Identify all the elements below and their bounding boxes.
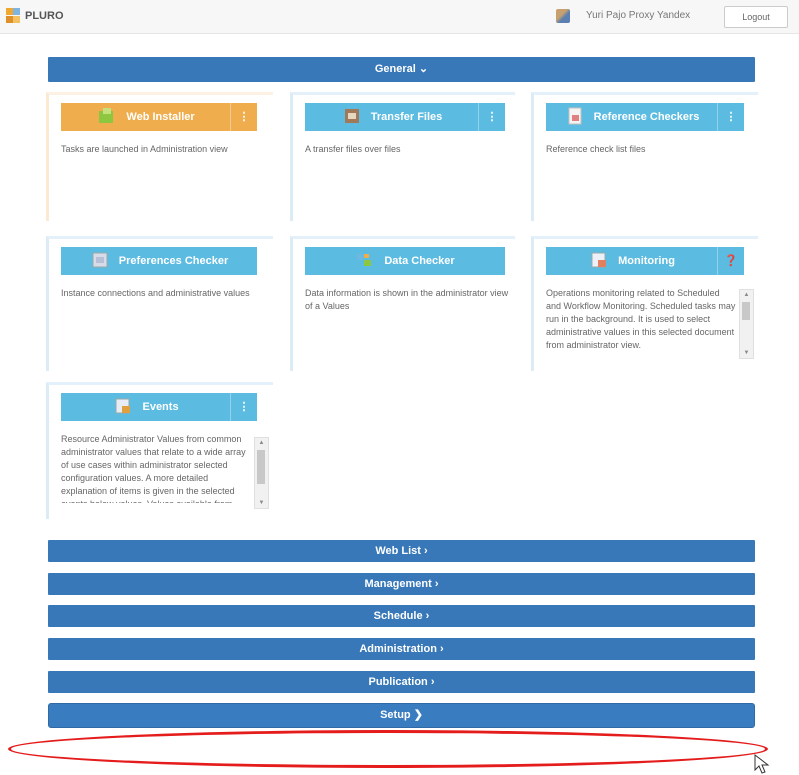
logout-button[interactable]: Logout xyxy=(724,6,788,28)
preferences-icon xyxy=(90,251,110,269)
section-management-header[interactable]: Management › xyxy=(48,573,755,595)
section-general-title: General xyxy=(374,63,416,75)
document-icon xyxy=(565,107,585,125)
card-description: Reference check list files xyxy=(546,144,646,154)
card-events: Events ⋮ Resource Administrator Values f… xyxy=(46,382,273,519)
section-title: Administration xyxy=(359,643,437,655)
card-scrollbar[interactable]: ▲ ▼ xyxy=(739,289,754,359)
section-schedule-header[interactable]: Schedule › xyxy=(48,605,755,627)
chevron-right-icon: › xyxy=(440,643,444,655)
chevron-down-icon: ⌄ xyxy=(418,63,429,75)
scroll-thumb[interactable] xyxy=(742,302,750,320)
chevron-right-icon: › xyxy=(434,578,439,590)
user-name[interactable]: Yuri Pajo Proxy Yandex xyxy=(586,10,690,21)
card-events-button[interactable]: Events ⋮ xyxy=(61,393,257,421)
data-icon xyxy=(355,251,375,269)
card-title: Preferences Checker xyxy=(118,255,229,267)
section-title: Schedule xyxy=(373,610,423,622)
setup-label: Setup xyxy=(380,709,411,721)
card-reference-checkers-button[interactable]: Reference Checkers ⋮ xyxy=(546,103,744,131)
more-icon: ⋮ xyxy=(725,111,737,123)
card-description: Operations monitoring related to Schedul… xyxy=(546,288,736,350)
section-publication-header[interactable]: Publication › xyxy=(48,671,755,693)
scroll-up-icon[interactable]: ▲ xyxy=(740,290,753,300)
top-bar: PLURO Yuri Pajo Proxy Yandex Logout xyxy=(0,0,799,34)
scroll-up-icon[interactable]: ▲ xyxy=(255,438,268,448)
card-menu-toggle[interactable]: ⋮ xyxy=(478,103,505,131)
more-icon: ⋮ xyxy=(238,401,250,413)
card-title: Web Installer xyxy=(126,111,195,123)
scroll-thumb[interactable] xyxy=(257,450,265,484)
card-title: Reference Checkers xyxy=(593,111,700,123)
card-preferences-checker: Preferences Checker Instance connections… xyxy=(46,236,273,371)
mouse-cursor-icon xyxy=(754,754,770,774)
card-transfer-files-button[interactable]: Transfer Files ⋮ xyxy=(305,103,505,131)
card-description: Resource Administrator Values from commo… xyxy=(61,434,246,503)
card-reference-checkers: Reference Checkers ⋮ Reference check lis… xyxy=(531,92,758,221)
card-menu-toggle[interactable]: ❓ xyxy=(717,247,744,275)
card-data-checker-button[interactable]: Data Checker xyxy=(305,247,505,275)
card-menu-toggle[interactable]: ⋮ xyxy=(230,103,257,131)
card-menu-toggle[interactable]: ⋮ xyxy=(717,103,744,131)
card-web-installer-button[interactable]: Web Installer ⋮ xyxy=(61,103,257,131)
card-monitoring-button[interactable]: Monitoring ❓ xyxy=(546,247,744,275)
more-icon: ⋮ xyxy=(238,111,250,123)
section-title: Management xyxy=(364,578,432,590)
card-web-installer: Web Installer ⋮ Tasks are launched in Ad… xyxy=(46,92,273,221)
card-title: Transfer Files xyxy=(370,111,443,123)
scroll-down-icon[interactable]: ▼ xyxy=(255,498,268,508)
card-title: Events xyxy=(142,401,179,413)
chevron-right-icon: ❯ xyxy=(413,709,423,721)
card-transfer-files: Transfer Files ⋮ A transfer files over f… xyxy=(290,92,515,221)
brand-name[interactable]: PLURO xyxy=(25,10,64,22)
installer-icon xyxy=(97,107,117,125)
card-description: Data information is shown in the adminis… xyxy=(305,288,509,311)
card-preferences-checker-button[interactable]: Preferences Checker xyxy=(61,247,257,275)
scroll-down-icon[interactable]: ▼ xyxy=(740,348,753,358)
card-data-checker: Data Checker Data information is shown i… xyxy=(290,236,515,371)
transfer-icon xyxy=(342,107,362,125)
card-title: Monitoring xyxy=(618,255,675,267)
chevron-right-icon: › xyxy=(425,610,430,622)
monitoring-icon xyxy=(589,251,609,269)
card-menu-toggle[interactable]: ⋮ xyxy=(230,393,257,421)
section-web-list-header[interactable]: Web List › xyxy=(48,540,755,562)
chevron-right-icon: › xyxy=(424,545,428,557)
user-avatar-icon xyxy=(556,9,570,23)
card-monitoring: Monitoring ❓ Operations monitoring relat… xyxy=(531,236,758,371)
section-general-header[interactable]: General ⌄ xyxy=(48,57,755,82)
highlight-annotation xyxy=(8,730,768,768)
card-title: Data Checker xyxy=(384,255,455,267)
section-title: Publication xyxy=(368,676,428,688)
card-description: A transfer files over files xyxy=(305,144,401,154)
more-icon: ⋮ xyxy=(486,111,498,123)
app-logo-icon[interactable] xyxy=(6,8,20,24)
card-description: Instance connections and administrative … xyxy=(61,288,250,298)
section-title: Web List xyxy=(375,545,421,557)
chevron-right-icon: › xyxy=(430,676,435,688)
section-administration-header[interactable]: Administration › xyxy=(48,638,755,660)
events-icon xyxy=(113,397,133,415)
setup-button[interactable]: Setup ❯ xyxy=(48,703,755,728)
help-icon: ❓ xyxy=(724,255,738,267)
card-scrollbar[interactable]: ▲ ▼ xyxy=(254,437,269,509)
card-description: Tasks are launched in Administration vie… xyxy=(61,144,228,154)
